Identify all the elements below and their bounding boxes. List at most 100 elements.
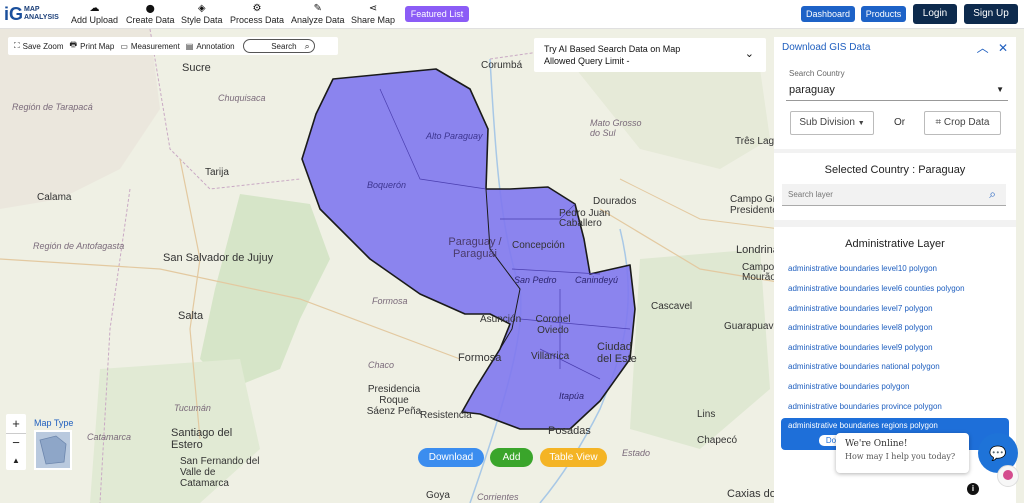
place-chuquisaca: Chuquisaca xyxy=(218,93,266,103)
selected-country-card: Selected Country : Paraguay Search layer… xyxy=(774,153,1016,220)
place-posadas: Posadas xyxy=(548,425,591,437)
top-navbar: iG MAP ANALYSIS ☁ Add Upload ⬤ Create Da… xyxy=(0,0,1024,29)
ai-search-title: Try AI Based Search Data on Map xyxy=(544,44,681,54)
save-zoom-button[interactable]: ⛶ Save Zoom xyxy=(14,41,64,51)
layer-link[interactable]: administrative boundaries polygon xyxy=(788,382,909,391)
place-pedro-juan: Pedro Juan Caballero xyxy=(559,208,611,229)
place-tarija: Tarija xyxy=(205,167,229,178)
nav-label: Style Data xyxy=(181,15,223,25)
nav-analyze-data[interactable]: ✎ Analyze Data xyxy=(291,3,345,25)
save-zoom-icon: ⛶ xyxy=(14,41,20,50)
place-estado: Estado xyxy=(622,448,651,458)
dashboard-button[interactable]: Dashboard xyxy=(801,6,855,22)
chat-bubble-icon: 💬 xyxy=(989,445,1007,461)
signup-button[interactable]: Sign Up xyxy=(964,4,1018,24)
layer-link[interactable]: administrative boundaries level7 polygon xyxy=(788,304,933,313)
layer-link[interactable]: administrative boundaries province polyg… xyxy=(788,402,942,411)
nav-add-upload[interactable]: ☁ Add Upload xyxy=(71,3,118,25)
place-sucre: Sucre xyxy=(182,62,211,74)
measurement-button[interactable]: ▭ Measurement xyxy=(120,42,179,51)
annotation-label: Annotation xyxy=(196,41,235,51)
layer-link[interactable]: administrative boundaries level6 countie… xyxy=(788,284,965,293)
nav-style-data[interactable]: ◈ Style Data xyxy=(181,3,223,25)
compass-icon: ▲ xyxy=(12,456,20,465)
map-search-input[interactable]: Search ⌕ xyxy=(242,39,315,53)
chat-popup[interactable]: We're Online! How may I help you today? xyxy=(836,433,969,473)
place-villarrica: Villarrica xyxy=(531,351,570,362)
dropdown-arrow-icon: ▼ xyxy=(996,85,1004,94)
place-san-fernando: San Fernando del Valle de Catamarca xyxy=(180,456,260,489)
place-region-tarapaca: Región de Tarapacá xyxy=(12,102,93,112)
print-map-button[interactable]: 🖶 Print Map xyxy=(70,39,115,53)
country-value: paraguay xyxy=(789,84,835,96)
desert-area xyxy=(0,29,160,209)
zoom-out-button[interactable]: − xyxy=(6,434,26,454)
crop-icon: ⌗ xyxy=(935,117,942,128)
nav-share-map[interactable]: ⋖ Share Map xyxy=(351,3,395,25)
add-button[interactable]: Add xyxy=(490,448,533,467)
place-chapeco: Chapecó xyxy=(697,435,738,446)
chevron-up-icon[interactable]: ︿ xyxy=(977,41,989,55)
panel-controls: ︿ ✕ xyxy=(977,39,1008,56)
map-search-label: Search xyxy=(271,41,297,51)
nav-label: Process Data xyxy=(230,15,285,25)
chat-title: We're Online! xyxy=(845,439,908,449)
ai-assistant-icon[interactable] xyxy=(997,465,1019,487)
place-catamarca: Catamarca xyxy=(87,432,132,442)
featured-list-button[interactable]: Featured List xyxy=(405,6,469,22)
place-resistencia: Resistencia xyxy=(420,410,472,421)
search-layer-input[interactable]: Search layer ⌕ xyxy=(782,184,1006,206)
map-type-label: Map Type xyxy=(34,418,74,428)
place-san-pedro: San Pedro xyxy=(514,275,557,285)
map-type-thumbnail[interactable] xyxy=(34,430,72,470)
layer-link[interactable]: administrative boundaries level9 polygon xyxy=(788,343,933,352)
sub-division-select[interactable]: Sub Division ▼ xyxy=(790,111,874,135)
paint-bucket-icon: ◈ xyxy=(197,3,206,14)
country-card: Search Country paraguay ▼ Sub Division ▼… xyxy=(774,57,1016,149)
panel-title: Download GIS Data xyxy=(782,41,871,53)
brain-icon xyxy=(1003,470,1013,480)
reset-north-button[interactable]: ▲ xyxy=(6,452,26,470)
place-itapua: Itapúa xyxy=(559,391,585,401)
table-view-button[interactable]: Table View xyxy=(540,448,607,467)
selected-country-title: Selected Country : Paraguay xyxy=(824,164,966,176)
place-chaco: Chaco xyxy=(368,360,395,370)
country-select[interactable]: paraguay ▼ xyxy=(786,79,1008,101)
nav-label: Analyze Data xyxy=(291,15,345,25)
nav-label: Share Map xyxy=(351,15,396,25)
chat-subtitle: How may I help you today? xyxy=(845,452,956,461)
search-icon: ⌕ xyxy=(304,40,310,51)
measurement-label: Measurement xyxy=(130,41,180,51)
search-icon[interactable]: ⌕ xyxy=(989,187,996,202)
login-button[interactable]: Login xyxy=(913,4,957,24)
ai-search-box[interactable]: Try AI Based Search Data on Map Allowed … xyxy=(534,38,766,72)
place-region-antofagasta: Región de Antofagasta xyxy=(33,241,125,251)
place-calama: Calama xyxy=(37,192,72,203)
crop-data-button[interactable]: ⌗ Crop Data xyxy=(924,111,1001,135)
close-icon[interactable]: ✕ xyxy=(998,41,1008,55)
chevron-down-icon[interactable]: ⌄ xyxy=(745,48,754,60)
ruler-icon: ▭ xyxy=(120,41,128,51)
layer-link[interactable]: administrative boundaries level10 polygo… xyxy=(788,264,937,273)
nav-create-data[interactable]: ⬤ Create Data xyxy=(126,3,175,25)
place-corumba: Corumbá xyxy=(481,60,523,71)
place-cascavel: Cascavel xyxy=(651,301,693,312)
layer-link[interactable]: administrative boundaries level8 polygon xyxy=(788,323,933,332)
annotation-button[interactable]: ▤ Annotation xyxy=(186,42,235,51)
info-icon[interactable]: i xyxy=(967,483,979,495)
nav-process-data[interactable]: ⚙ Process Data xyxy=(230,3,284,25)
download-button[interactable]: Download xyxy=(418,448,484,467)
annotation-icon: ▤ xyxy=(185,41,194,51)
caret-down-icon: ▼ xyxy=(857,120,865,127)
place-canindeyu: Canindeyú xyxy=(575,275,619,285)
brand-logo[interactable]: iG MAP ANALYSIS xyxy=(4,3,59,25)
place-lins: Lins xyxy=(697,409,716,420)
share-icon: ⋖ xyxy=(368,3,378,14)
products-button[interactable]: Products xyxy=(861,6,906,22)
place-dourados: Dourados xyxy=(593,196,637,207)
place-san-salvador: San Salvador de Jujuy xyxy=(163,252,274,264)
zoom-in-button[interactable]: + xyxy=(6,414,26,434)
place-asuncion: Asunción xyxy=(480,314,522,325)
place-salta: Salta xyxy=(178,310,204,322)
layer-link[interactable]: administrative boundaries national polyg… xyxy=(788,362,940,371)
